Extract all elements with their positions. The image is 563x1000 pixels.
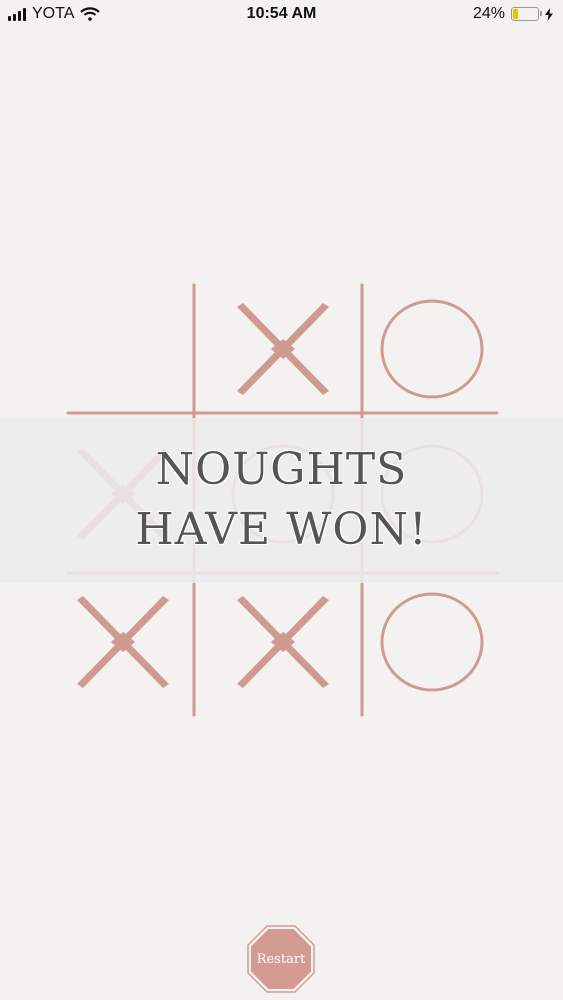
restart-button[interactable]: Restart xyxy=(247,925,315,993)
o-mark[interactable] xyxy=(380,592,484,692)
restart-label: Restart xyxy=(256,951,306,967)
result-line-2: HAVE WON! xyxy=(135,504,428,555)
result-line-1: NOUGHTS xyxy=(155,444,408,495)
x-mark[interactable] xyxy=(237,596,329,688)
empty-cell[interactable] xyxy=(63,289,183,409)
x-mark[interactable] xyxy=(237,303,329,395)
x-mark[interactable] xyxy=(77,596,169,688)
o-mark[interactable] xyxy=(380,299,484,399)
result-message: NOUGHTS HAVE WON! xyxy=(0,440,563,560)
